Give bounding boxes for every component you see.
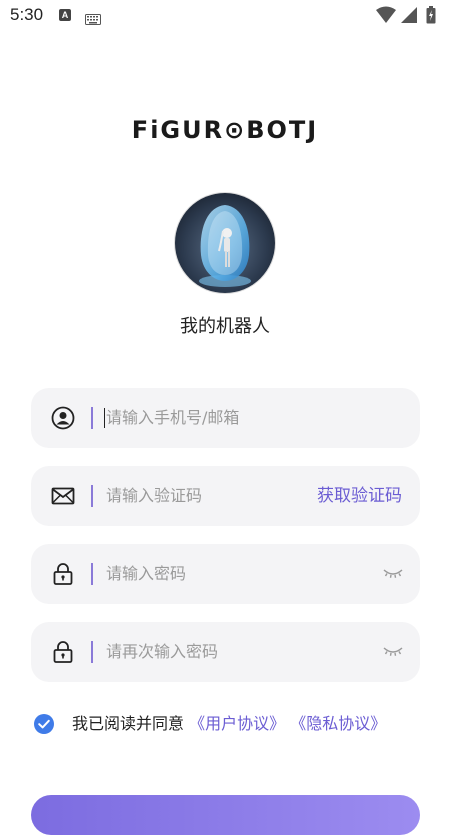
eye-closed-icon[interactable]: [383, 565, 403, 581]
confirm-password-input[interactable]: 请再次输入密码: [106, 641, 218, 663]
keyboard-icon: [85, 10, 101, 29]
confirm-password-field[interactable]: 请再次输入密码: [31, 622, 420, 682]
text-caret: [104, 408, 105, 428]
agreement-prefix: 我已阅读并同意: [72, 714, 185, 733]
submit-button[interactable]: [31, 795, 420, 835]
code-field[interactable]: 请输入验证码 获取验证码: [31, 466, 420, 526]
brand-logo: FiGUR⊙BOTJ: [131, 116, 319, 144]
field-divider: [91, 407, 93, 429]
account-input[interactable]: 请输入手机号/邮箱: [106, 407, 239, 429]
account-field[interactable]: 请输入手机号/邮箱: [31, 388, 420, 448]
mail-icon: [51, 484, 75, 508]
a-notification-icon: A: [59, 9, 71, 21]
agreement-checkbox[interactable]: [34, 714, 54, 734]
field-divider: [91, 485, 93, 507]
robot-name: 我的机器人: [180, 316, 270, 337]
lock-icon: [51, 640, 75, 664]
field-divider: [91, 563, 93, 585]
user-icon: [51, 406, 75, 430]
status-bar: 5:30 A: [0, 0, 450, 32]
privacy-policy-link[interactable]: 《隐私协议》: [290, 714, 386, 733]
agreement-text: 我已阅读并同意 《用户协议》 《隐私协议》: [72, 712, 386, 736]
eye-closed-icon[interactable]: [383, 643, 403, 659]
wifi-icon: [376, 6, 396, 23]
lock-icon: [51, 562, 75, 586]
status-time: 5:30: [10, 5, 44, 24]
battery-icon: [426, 6, 436, 24]
password-field[interactable]: 请输入密码: [31, 544, 420, 604]
user-agreement-link[interactable]: 《用户协议》: [189, 714, 285, 733]
get-code-button[interactable]: 获取验证码: [317, 484, 402, 508]
code-input[interactable]: 请输入验证码: [106, 485, 202, 507]
cell-signal-icon: [401, 7, 417, 23]
field-divider: [91, 641, 93, 663]
robot-avatar[interactable]: [175, 193, 275, 293]
agreement-row: 我已阅读并同意 《用户协议》 《隐私协议》: [34, 712, 434, 736]
password-input[interactable]: 请输入密码: [106, 563, 186, 585]
